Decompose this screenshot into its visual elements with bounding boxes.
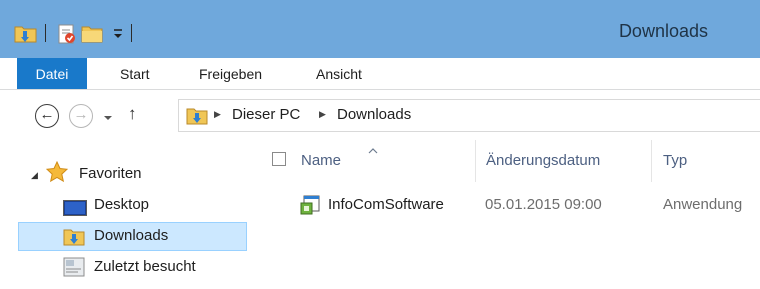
tab-freigeben[interactable]: Freigeben xyxy=(199,58,262,90)
quick-access-separator xyxy=(45,24,46,42)
column-divider[interactable] xyxy=(475,140,476,182)
column-header-date[interactable]: Änderungsdatum xyxy=(486,152,600,169)
file-date: 05.01.2015 09:00 xyxy=(485,196,602,213)
breadcrumb-downloads[interactable]: Downloads xyxy=(337,106,411,123)
sort-ascending-icon xyxy=(368,142,378,154)
expand-arrow-icon[interactable]: ◢ xyxy=(31,170,38,181)
column-header-name[interactable]: Name xyxy=(301,152,341,169)
nav-item-label: Downloads xyxy=(94,227,169,244)
ribbon xyxy=(0,58,760,90)
breadcrumb-separator-icon[interactable]: ▶ xyxy=(214,109,221,120)
quick-access-separator xyxy=(131,24,132,42)
tab-datei[interactable]: Datei xyxy=(17,58,87,90)
recent-locations-chevron-icon[interactable] xyxy=(103,110,113,120)
column-header-type[interactable]: Typ xyxy=(663,152,687,169)
up-button[interactable]: ↑ xyxy=(128,104,144,124)
application-icon xyxy=(300,194,322,216)
window-title: Downloads xyxy=(618,21,708,41)
nav-item-zuletzt-besucht[interactable]: Zuletzt besucht xyxy=(94,258,196,275)
forward-arrow-icon: → xyxy=(73,106,89,123)
back-button[interactable]: ← xyxy=(35,104,59,128)
up-arrow-icon: ↑ xyxy=(128,104,137,123)
quick-access-folder-icon[interactable] xyxy=(14,24,38,44)
tab-ansicht[interactable]: Ansicht xyxy=(316,58,362,90)
file-type: Anwendung xyxy=(663,196,743,213)
downloads-folder-icon xyxy=(63,227,85,247)
breadcrumb-dieser-pc[interactable]: Dieser PC xyxy=(232,106,300,123)
address-folder-icon xyxy=(186,106,208,126)
new-folder-icon[interactable] xyxy=(81,24,103,44)
tab-start[interactable]: Start xyxy=(120,58,150,90)
back-arrow-icon: ← xyxy=(39,106,55,123)
favorites-star-icon xyxy=(45,160,69,183)
breadcrumb-separator-icon[interactable]: ▶ xyxy=(319,109,326,120)
nav-favorites[interactable]: Favoriten xyxy=(79,165,142,182)
file-name: InfoComSoftware xyxy=(328,196,444,213)
select-all-checkbox[interactable] xyxy=(272,152,286,166)
properties-icon[interactable] xyxy=(57,24,77,44)
forward-button[interactable]: → xyxy=(69,104,93,128)
desktop-icon xyxy=(63,199,87,217)
customize-chevron-icon[interactable] xyxy=(112,26,124,42)
nav-item-desktop[interactable]: Desktop xyxy=(94,196,149,213)
recent-places-icon xyxy=(63,257,85,277)
column-divider[interactable] xyxy=(651,140,652,182)
